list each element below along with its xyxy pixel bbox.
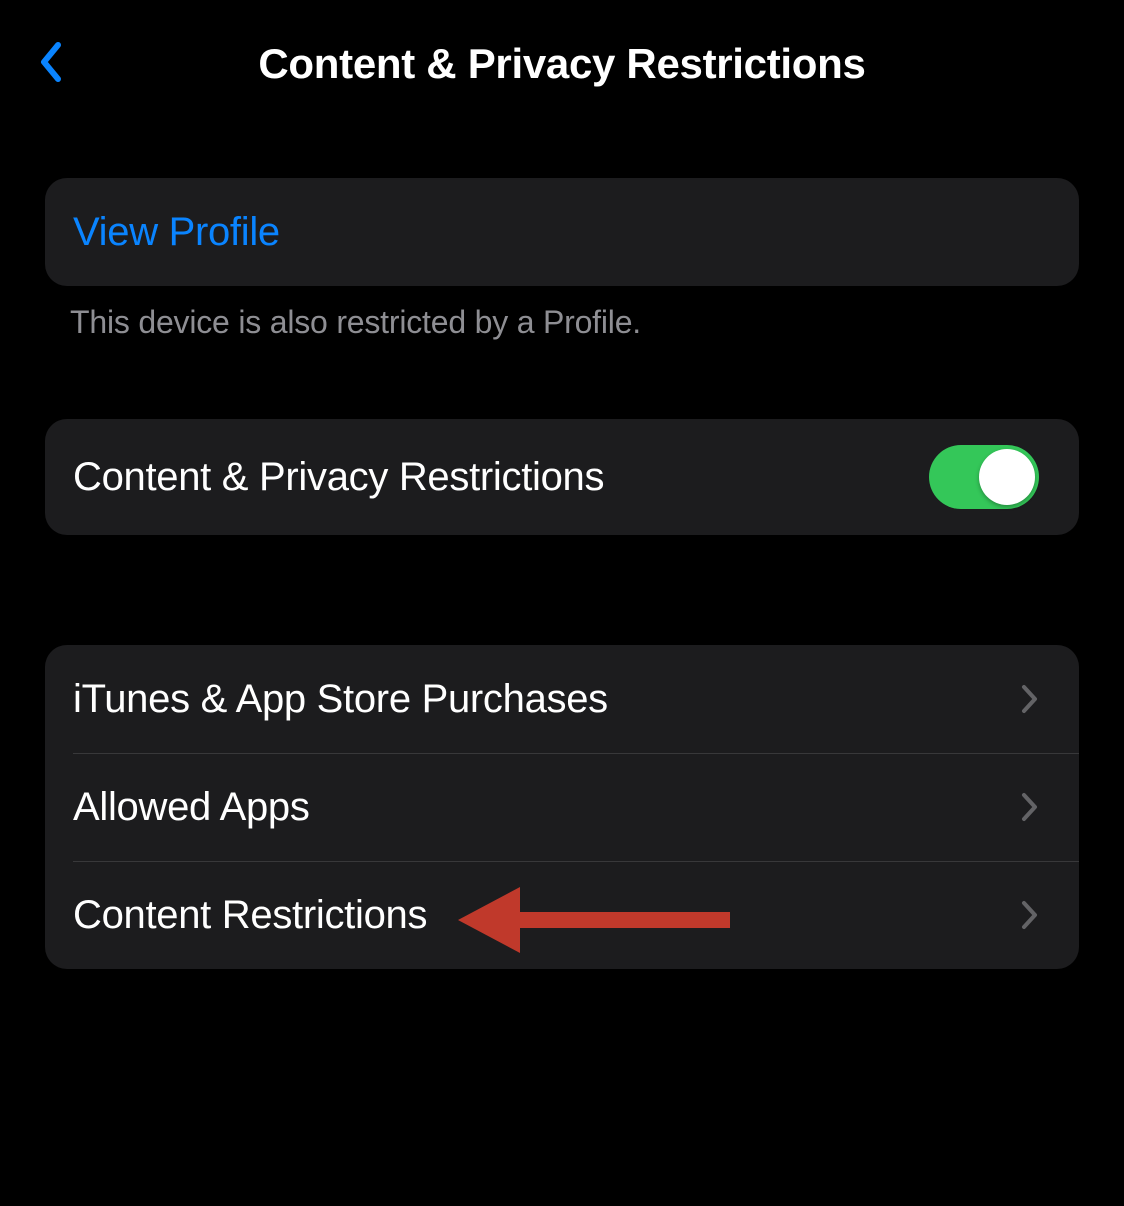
- content-privacy-toggle-row[interactable]: Content & Privacy Restrictions: [45, 419, 1079, 535]
- itunes-appstore-label: iTunes & App Store Purchases: [73, 677, 608, 722]
- content-privacy-toggle-label: Content & Privacy Restrictions: [73, 455, 604, 500]
- chevron-left-icon: [38, 41, 62, 88]
- back-button[interactable]: [30, 34, 70, 94]
- restrictions-group: iTunes & App Store Purchases Allowed App…: [45, 645, 1079, 969]
- allowed-apps-label: Allowed Apps: [73, 785, 310, 830]
- allowed-apps-row[interactable]: Allowed Apps: [45, 753, 1079, 861]
- content-restrictions-row[interactable]: Content Restrictions: [45, 861, 1079, 969]
- content-restrictions-label: Content Restrictions: [73, 893, 427, 938]
- chevron-right-icon: [1021, 684, 1039, 714]
- page-title: Content & Privacy Restrictions: [30, 40, 1094, 88]
- content-privacy-toggle[interactable]: [929, 445, 1039, 509]
- chevron-right-icon: [1021, 900, 1039, 930]
- profile-group: View Profile: [45, 178, 1079, 286]
- profile-footer-text: This device is also restricted by a Prof…: [45, 286, 1079, 359]
- view-profile-row[interactable]: View Profile: [45, 178, 1079, 286]
- toggle-knob: [979, 449, 1035, 505]
- view-profile-label: View Profile: [73, 210, 280, 255]
- itunes-appstore-row[interactable]: iTunes & App Store Purchases: [45, 645, 1079, 753]
- navigation-bar: Content & Privacy Restrictions: [0, 0, 1124, 128]
- chevron-right-icon: [1021, 792, 1039, 822]
- toggle-group: Content & Privacy Restrictions: [45, 419, 1079, 535]
